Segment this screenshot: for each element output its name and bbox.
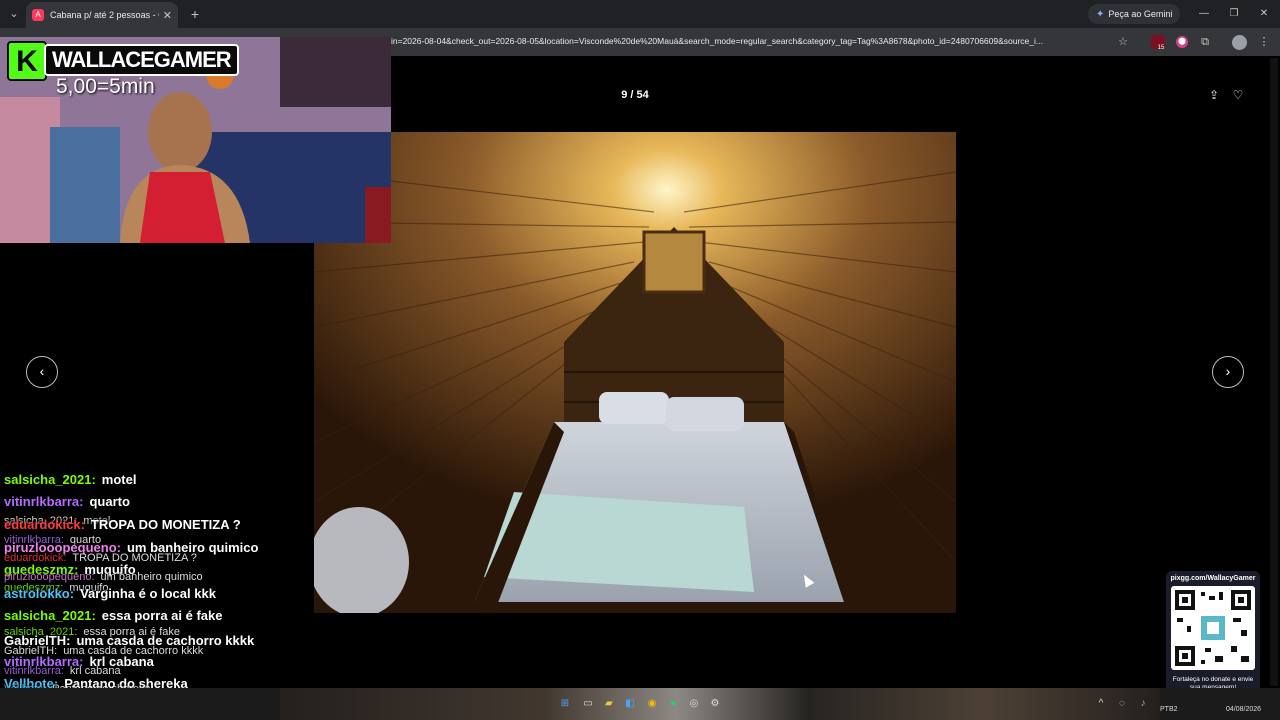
gemini-sparkle-icon: ✦: [1096, 8, 1105, 20]
extension-badge-count: 15: [1157, 45, 1165, 51]
extensions-puzzle-icon[interactable]: ⧉: [1197, 34, 1213, 50]
chat-message: eduardokick: TROPA DO MONETIZA ?: [4, 517, 241, 532]
channel-name: WALLACEGAMER: [44, 44, 239, 76]
next-photo-button[interactable]: ›: [1212, 356, 1244, 388]
windows-taskbar: ⊞ ▭ ▰ ◧ ◉ ● ◎ ⚙ ^ ◌ ♪ PTB2 04/08/2026: [0, 688, 1280, 720]
network-icon[interactable]: ◌: [1114, 696, 1130, 712]
extension-pink-icon[interactable]: ⬤: [1176, 36, 1188, 48]
chat-text: essa porra ai é fake: [101, 608, 223, 623]
spotify-icon[interactable]: ●: [665, 696, 681, 712]
chat-message: salsicha_2021: essa porra ai é fake: [4, 608, 223, 623]
cabin-bedroom-photo: [314, 132, 956, 613]
donation-url: pixgg.com/WallacyGamer: [1170, 575, 1256, 582]
microphone-icon[interactable]: ♪: [1135, 696, 1151, 712]
chat-text: quarto: [89, 494, 130, 509]
scrollbar[interactable]: [1270, 58, 1278, 686]
tray-chevron-icon[interactable]: ^: [1093, 696, 1109, 712]
settings-gear-icon[interactable]: ⚙: [707, 696, 723, 712]
chat-text: Varginha é o local kkk: [80, 586, 216, 601]
chat-message: salsicha_2021: motel: [4, 472, 136, 487]
maximize-button[interactable]: ❐: [1219, 4, 1249, 24]
qr-code-icon: [1171, 586, 1255, 670]
donation-qr-panel: pixgg.com/WallacyGamer Fortaleça no dona…: [1166, 571, 1260, 705]
chat-username: vitinrlkbarra:: [4, 494, 84, 509]
gemini-label: Peça ao Gemini: [1108, 9, 1173, 19]
chat-text: um banheiro quimico: [100, 571, 203, 583]
chat-text: motel: [101, 472, 137, 487]
profile-avatar[interactable]: [1232, 35, 1247, 50]
cabin-photo-drawing: [314, 132, 956, 613]
kick-logo: K: [7, 41, 47, 81]
chrome-icon[interactable]: ◉: [644, 696, 660, 712]
obs-icon[interactable]: ◎: [686, 696, 702, 712]
start-button-icon[interactable]: ⊞: [557, 696, 573, 712]
chat-username: salsicha_2021:: [4, 608, 96, 623]
new-tab-button[interactable]: +: [186, 4, 204, 24]
tab-title: Cabana p/ até 2 pessoas - Cacho: [50, 10, 159, 20]
heart-icon[interactable]: ♡: [1230, 87, 1246, 103]
minimize-button[interactable]: —: [1189, 4, 1219, 24]
tab-close-icon[interactable]: ✕: [163, 9, 172, 22]
store-icon[interactable]: ◧: [622, 696, 638, 712]
share-icon[interactable]: ⇪: [1206, 87, 1222, 103]
active-tab[interactable]: A Cabana p/ até 2 pessoas - Cacho ✕: [26, 2, 178, 28]
chat-message: astrolokko: Varginha é o local kkk: [4, 586, 216, 601]
chat-username: eduardokick:: [4, 517, 85, 532]
tab-bar: ⌄ A Cabana p/ até 2 pessoas - Cacho ✕ + …: [0, 0, 1280, 28]
previous-photo-button[interactable]: ‹: [26, 356, 58, 388]
clock-date[interactable]: 04/08/2026: [1226, 706, 1261, 713]
task-view-icon[interactable]: ▭: [580, 696, 596, 712]
chat-text: TROPA DO MONETIZA ?: [90, 517, 241, 532]
webcam-feed: K WALLACEGAMER 5,00=5min: [0, 37, 391, 243]
file-explorer-icon[interactable]: ▰: [601, 696, 617, 712]
timer-label: 5,00=5min: [56, 75, 155, 98]
photo-counter: 9 / 54: [621, 89, 649, 101]
tab-search-button[interactable]: ⌄: [4, 4, 24, 24]
url-field[interactable]: in=2026-08-04&check_out=2026-08-05&locat…: [391, 36, 1105, 46]
airbnb-favicon-icon: A: [32, 9, 44, 21]
gemini-button[interactable]: ✦ Peça ao Gemini: [1088, 4, 1181, 24]
language-indicator[interactable]: PTB2: [1160, 706, 1178, 713]
chat-username: salsicha_2021:: [4, 472, 96, 487]
bookmark-star-icon[interactable]: ☆: [1115, 34, 1131, 50]
chat-overlay: salsicha_2021: motel vitinrlkbarra: quarto s…: [0, 468, 330, 720]
chat-username: astrolokko:: [4, 586, 75, 601]
chat-message: vitinrlkbarra: quarto: [4, 494, 130, 509]
menu-kebab-icon[interactable]: ⋮: [1256, 34, 1272, 50]
close-window-button[interactable]: ✕: [1249, 4, 1279, 24]
